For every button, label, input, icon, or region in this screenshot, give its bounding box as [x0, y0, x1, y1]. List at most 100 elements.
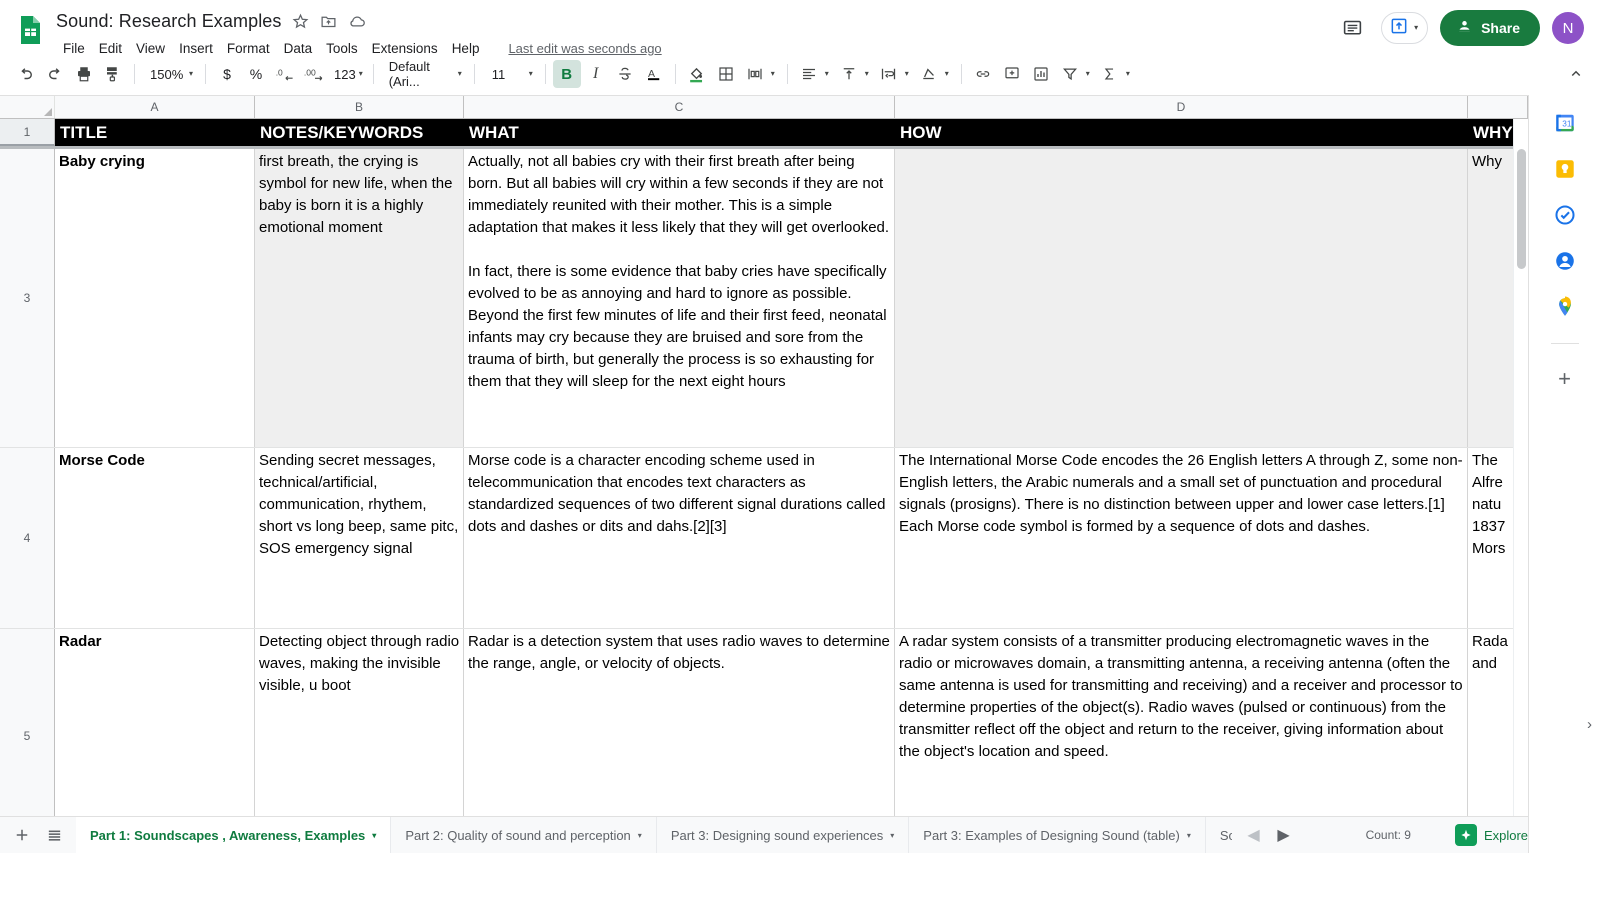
paint-format-icon[interactable]: [99, 60, 127, 88]
cell-c3[interactable]: Actually, not all babies cry with their …: [464, 149, 895, 447]
cell-d4[interactable]: The International Morse Code encodes the…: [895, 448, 1468, 628]
currency-format-button[interactable]: $: [213, 60, 241, 88]
sheet-nav-next-icon[interactable]: ▶: [1272, 823, 1296, 847]
insert-chart-icon[interactable]: [1027, 60, 1055, 88]
column-header-c[interactable]: C: [464, 96, 895, 118]
google-calendar-icon[interactable]: 31: [1553, 111, 1577, 135]
google-tasks-icon[interactable]: [1553, 203, 1577, 227]
row-header-4[interactable]: 4: [0, 448, 55, 628]
merge-cells-icon[interactable]: [741, 60, 769, 88]
merge-caret-icon[interactable]: ▾: [771, 70, 775, 78]
page-title[interactable]: Sound: Research Examples: [56, 11, 282, 32]
text-rotation-icon[interactable]: [915, 60, 943, 88]
italic-button[interactable]: I: [582, 60, 610, 88]
google-contacts-icon[interactable]: [1553, 249, 1577, 273]
strikethrough-button[interactable]: [611, 60, 639, 88]
print-icon[interactable]: [70, 60, 98, 88]
menu-insert[interactable]: Insert: [172, 39, 220, 58]
cell-c1[interactable]: WHAT: [464, 119, 895, 146]
horizontal-align-icon[interactable]: [795, 60, 823, 88]
sheet-tab-sound-library[interactable]: Sound Libra: [1206, 817, 1232, 854]
wrap-caret-icon[interactable]: ▾: [905, 70, 909, 78]
bold-button[interactable]: B: [552, 60, 581, 88]
valign-caret-icon[interactable]: ▾: [865, 70, 869, 78]
zoom-selector[interactable]: 150% ▾: [142, 60, 198, 88]
cell-b5[interactable]: Detecting object through radio waves, ma…: [255, 629, 464, 842]
rotation-caret-icon[interactable]: ▾: [945, 70, 949, 78]
expand-side-panel-icon[interactable]: ›: [1587, 716, 1592, 733]
borders-icon[interactable]: [712, 60, 740, 88]
filter-caret-icon[interactable]: ▾: [1086, 70, 1090, 78]
menu-format[interactable]: Format: [220, 39, 277, 58]
undo-icon[interactable]: [12, 60, 40, 88]
percent-format-button[interactable]: %: [242, 60, 270, 88]
present-button[interactable]: ▾: [1381, 12, 1429, 44]
chevron-down-icon[interactable]: ▾: [638, 831, 642, 840]
column-header-a[interactable]: A: [55, 96, 255, 118]
column-header-e[interactable]: [1468, 96, 1528, 118]
cell-a3[interactable]: Baby crying: [55, 149, 255, 447]
halign-caret-icon[interactable]: ▾: [825, 70, 829, 78]
move-to-folder-icon[interactable]: [320, 12, 338, 30]
redo-icon[interactable]: [41, 60, 69, 88]
vertical-scrollbar[interactable]: [1513, 119, 1528, 837]
row-header-1[interactable]: 1: [0, 119, 55, 146]
all-sheets-icon[interactable]: [38, 820, 70, 850]
insert-link-icon[interactable]: [969, 60, 997, 88]
comment-history-icon[interactable]: [1335, 11, 1369, 45]
cell-d1[interactable]: HOW: [895, 119, 1468, 146]
table-row[interactable]: 4 Morse Code Sending secret messages, te…: [0, 448, 1528, 629]
cell-a4[interactable]: Morse Code: [55, 448, 255, 628]
sheet-tab-part1[interactable]: Part 1: Soundscapes , Awareness, Example…: [76, 816, 392, 853]
menu-edit[interactable]: Edit: [92, 39, 129, 58]
text-color-button[interactable]: A: [640, 60, 668, 88]
sheet-tab-part2[interactable]: Part 2: Quality of sound and perception …: [391, 816, 657, 853]
spreadsheet-grid[interactable]: A B C D 1 TITLE NOTES/KEYWORDS WHAT HOW …: [0, 95, 1528, 853]
functions-caret-icon[interactable]: ▾: [1126, 70, 1130, 78]
cloud-saved-icon[interactable]: [348, 12, 366, 30]
explore-button[interactable]: Explore: [1454, 824, 1528, 846]
number-format-selector[interactable]: 123 ▾: [331, 60, 366, 88]
cell-d5[interactable]: A radar system consists of a transmitter…: [895, 629, 1468, 842]
font-selector[interactable]: Default (Ari... ▾: [381, 59, 467, 89]
font-size-selector[interactable]: 11 ▾: [482, 60, 538, 88]
chevron-down-icon[interactable]: ▾: [1187, 831, 1191, 840]
collapse-toolbar-icon[interactable]: [1562, 60, 1590, 88]
cell-a1[interactable]: TITLE: [55, 119, 255, 146]
menu-view[interactable]: View: [129, 39, 172, 58]
menu-tools[interactable]: Tools: [319, 39, 365, 58]
google-keep-icon[interactable]: [1553, 157, 1577, 181]
select-all-corner[interactable]: [0, 96, 55, 118]
column-header-d[interactable]: D: [895, 96, 1468, 118]
star-icon[interactable]: [292, 12, 310, 30]
sheet-tab-part3-examples[interactable]: Part 3: Examples of Designing Sound (tab…: [909, 816, 1206, 853]
column-header-b[interactable]: B: [255, 96, 464, 118]
add-sheet-icon[interactable]: [6, 820, 38, 850]
cell-b1[interactable]: NOTES/KEYWORDS: [255, 119, 464, 146]
share-button[interactable]: Share: [1440, 10, 1540, 46]
cell-d3[interactable]: [895, 149, 1468, 447]
google-sheets-icon[interactable]: [12, 12, 48, 48]
row-header-5[interactable]: 5: [0, 629, 55, 842]
vertical-align-icon[interactable]: [835, 60, 863, 88]
text-wrap-icon[interactable]: [875, 60, 903, 88]
last-edit-status[interactable]: Last edit was seconds ago: [508, 41, 661, 56]
table-row[interactable]: 1 TITLE NOTES/KEYWORDS WHAT HOW WHY: [0, 119, 1528, 149]
vertical-scrollbar-thumb[interactable]: [1517, 149, 1526, 269]
row-header-3[interactable]: 3: [0, 149, 55, 447]
google-maps-icon[interactable]: [1553, 295, 1577, 319]
cell-b3[interactable]: first breath, the crying is symbol for n…: [255, 149, 464, 447]
menu-help[interactable]: Help: [445, 39, 487, 58]
cell-c4[interactable]: Morse code is a character encoding schem…: [464, 448, 895, 628]
increase-decimal-button[interactable]: .00: [300, 60, 330, 88]
menu-file[interactable]: File: [56, 39, 92, 58]
fill-color-icon[interactable]: [683, 60, 711, 88]
table-row[interactable]: 3 Baby crying first breath, the crying i…: [0, 149, 1528, 448]
add-side-app-icon[interactable]: +: [1558, 368, 1571, 390]
filter-icon[interactable]: [1056, 60, 1084, 88]
decrease-decimal-button[interactable]: .0: [271, 60, 299, 88]
chevron-down-icon[interactable]: ▾: [890, 831, 894, 840]
sheet-tab-part3-designing[interactable]: Part 3: Designing sound experiences ▾: [657, 816, 910, 853]
sigma-functions-icon[interactable]: [1096, 60, 1124, 88]
table-row[interactable]: 5 Radar Detecting object through radio w…: [0, 629, 1528, 843]
